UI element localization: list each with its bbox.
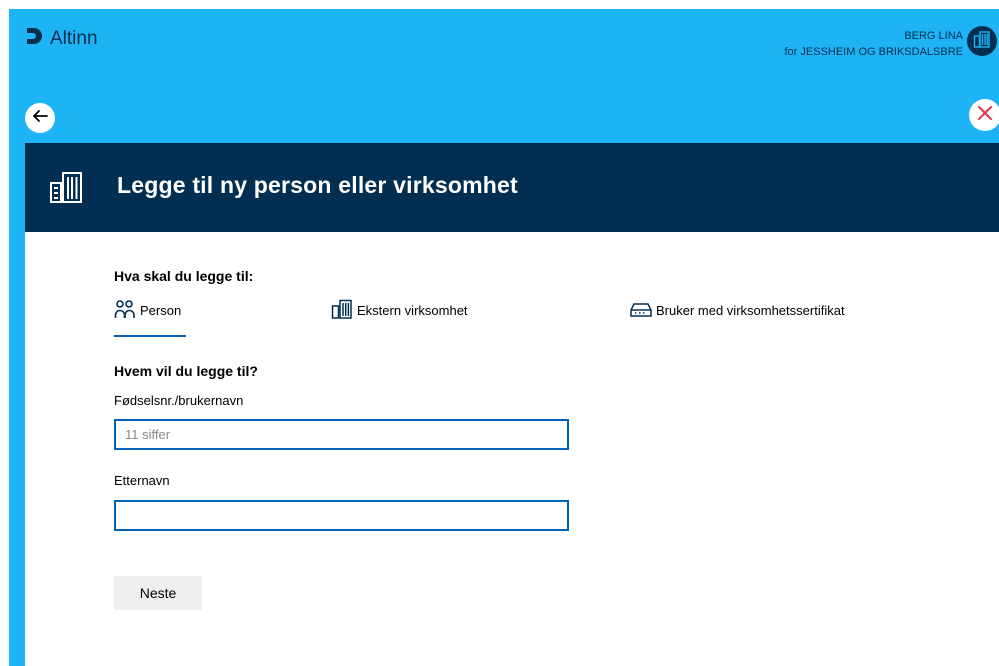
- page-header: Legge til ny person eller virksomhet: [25, 143, 999, 232]
- certificate-icon: [630, 299, 652, 322]
- tab-sertifikat-label: Bruker med virksomhetssertifikat: [656, 303, 845, 318]
- lastname-input[interactable]: [114, 500, 569, 531]
- tab-person-label: Person: [140, 303, 182, 318]
- next-button[interactable]: Neste: [114, 576, 202, 610]
- close-icon: [977, 105, 993, 126]
- lastname-label: Etternavn: [114, 473, 170, 488]
- brand-name: Altinn: [50, 28, 98, 49]
- altinn-logo[interactable]: Altinn: [24, 26, 98, 52]
- type-question: Hva skal du legge til:: [114, 268, 254, 284]
- user-info[interactable]: BERG LINA for JESSHEIM OG BRIKSDALSBRE: [785, 28, 964, 60]
- avatar[interactable]: [967, 26, 997, 56]
- altinn-logo-icon: [24, 26, 44, 52]
- user-name: BERG LINA: [904, 30, 963, 42]
- who-question: Hvem vil du legge til?: [114, 363, 258, 379]
- form-panel: Hva skal du legge til: Person Ekstern vi…: [25, 232, 999, 666]
- tab-bruker-sertifikat[interactable]: Bruker med virksomhetssertifikat: [630, 299, 845, 322]
- building-icon: [331, 299, 353, 322]
- tab-ekstern-virksomhet[interactable]: Ekstern virksomhet: [331, 299, 468, 322]
- building-icon: [973, 30, 991, 53]
- building-icon: [49, 171, 83, 208]
- user-on-behalf: for JESSHEIM OG BRIKSDALSBRE: [784, 46, 964, 58]
- tab-person[interactable]: Person: [114, 299, 181, 322]
- arrow-left-icon: [31, 107, 49, 130]
- ssn-label: Fødselsnr./brukernavn: [114, 393, 244, 408]
- tab-selected-indicator: [114, 335, 186, 337]
- tab-ekstern-label: Ekstern virksomhet: [357, 303, 468, 318]
- page-title: Legge til ny person eller virksomhet: [117, 172, 518, 198]
- back-button[interactable]: [25, 103, 55, 133]
- person-icon: [114, 299, 136, 322]
- close-button[interactable]: [969, 99, 999, 131]
- ssn-input[interactable]: [114, 419, 569, 450]
